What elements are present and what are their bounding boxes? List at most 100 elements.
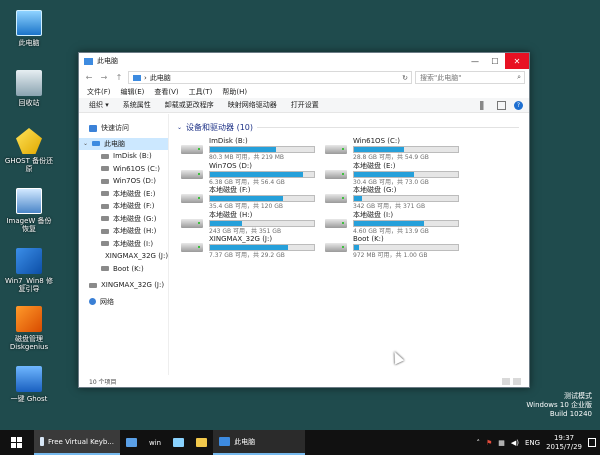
drive-tile[interactable]: 本地磁盘 (F:) 35.4 GB 可用，共 120 GB [177,186,321,211]
tiles-view-icon[interactable] [513,377,521,385]
drive-icon [101,266,109,272]
drive-tile[interactable]: 本地磁盘 (E:) 30.4 GB 可用，共 73.0 GB [321,162,465,187]
nav-drive[interactable]: Win61OS (C:) [79,163,168,176]
address-bar-row: ← → ↑ › 此电脑 ↻ ⌕ [79,69,529,86]
nav-drive[interactable]: 本地磁盘 (G:) [79,213,168,226]
window-title: 此电脑 [97,57,118,65]
desktop-icon-ghost[interactable]: GHOST 备份还原 [4,128,54,173]
preview-pane-icon[interactable] [497,100,506,110]
explorer-body: 快速访问 ⌄ 此电脑 ImDisk (B:) Win61OS (C:) Win7… [79,114,529,375]
system-properties-button[interactable]: 系统属性 [123,100,151,110]
help-icon[interactable]: ? [514,100,523,110]
nav-usb-drive[interactable]: XINGMAX_32G (J:) [79,279,168,292]
menu-bar: 文件(F) 编辑(E) 查看(V) 工具(T) 帮助(H) [79,86,529,98]
address-path: 此电脑 [149,73,171,82]
content-pane: ⌄ 设备和驱动器 (10) ImDisk (B:) 80.3 MB 可用，共 21… [169,114,529,375]
nav-drive[interactable]: ImDisk (B:) [79,150,168,163]
drive-free: 7.37 GB 可用，共 29.2 GB [209,252,285,259]
back-arrow-icon[interactable]: ← [83,73,95,82]
start-button[interactable] [0,430,34,455]
uninstall-program-button[interactable]: 卸载或更改程序 [165,100,214,110]
nav-drive[interactable]: XINGMAX_32G (J:) [79,250,168,263]
forward-arrow-icon[interactable]: → [98,73,110,82]
usb-drive-icon [181,243,203,252]
computer-icon [219,437,231,446]
nav-drive[interactable]: Win7OS (D:) [79,175,168,188]
organize-button[interactable]: 组织 ▾ [89,100,109,110]
desktop-icon-this-pc[interactable]: 此电脑 [4,10,54,47]
nav-drive[interactable]: Boot (K:) [79,263,168,276]
drive-free: 972 MB 可用，共 1.00 GB [353,252,428,259]
refresh-icon[interactable]: ↻ [399,74,411,82]
drive-tile[interactable]: 本地磁盘 (H:) 243 GB 可用，共 351 GB [177,211,321,236]
drive-free: 6.38 GB 可用，共 56.4 GB [209,178,285,186]
drive-tile[interactable]: Win7OS (D:) 6.38 GB 可用，共 56.4 GB [177,162,321,187]
title-bar[interactable]: 此电脑 — ☐ ✕ [79,53,529,69]
search-box[interactable]: ⌕ [415,71,525,84]
menu-help[interactable]: 帮助(H) [222,87,247,97]
drive-tile[interactable]: XINGMAX_32G (J:) 7.37 GB 可用，共 29.2 GB [177,235,321,260]
folder-icon [196,438,208,447]
desktop-icon-one-key-ghost[interactable]: 一键 Ghost [4,366,54,403]
group-header[interactable]: ⌄ 设备和驱动器 (10) [177,122,529,133]
menu-edit[interactable]: 编辑(E) [121,87,145,97]
drive-tile[interactable]: Win61OS (C:) 28.8 GB 可用，共 54.9 GB [321,137,465,162]
usage-fill [210,220,243,226]
up-arrow-icon[interactable]: ↑ [113,73,125,82]
search-input[interactable] [420,73,510,82]
desktop-icon-diskgenius[interactable]: 磁盘管理 Diskgenius [4,306,54,351]
network-icon[interactable]: ▦ [498,439,505,447]
taskbar-app-win[interactable]: win [143,430,167,455]
map-network-drive-button[interactable]: 映射网络驱动器 [228,100,277,110]
drive-tile[interactable]: ImDisk (B:) 80.3 MB 可用，共 219 MB [177,137,321,162]
notification-icon[interactable] [588,438,596,447]
drive-name: 本地磁盘 (H:) [209,210,253,219]
taskbar-app-folder[interactable] [190,430,213,455]
nav-drive[interactable]: 本地磁盘 (E:) [79,188,168,201]
change-view-icon[interactable] [480,100,489,110]
drive-tile[interactable]: Boot (K:) 972 MB 可用，共 1.00 GB [321,235,465,260]
chevron-down-icon: ⌄ [177,124,183,131]
drive-tile[interactable]: 本地磁盘 (G:) 342 GB 可用，共 371 GB [321,186,465,211]
menu-file[interactable]: 文件(F) [87,87,111,97]
volume-icon[interactable]: ◀) [511,439,519,447]
details-view-icon[interactable] [502,377,510,385]
win7-icon [16,248,42,274]
navigation-pane: 快速访问 ⌄ 此电脑 ImDisk (B:) Win61OS (C:) Win7… [79,114,169,375]
nav-drive[interactable]: 本地磁盘 (I:) [79,238,168,251]
menu-tools[interactable]: 工具(T) [189,87,213,97]
drive-icon [181,169,203,179]
usage-fill [354,245,360,250]
item-count: 10 个项目 [89,378,117,386]
chevron-up-icon[interactable]: ˄ [476,439,480,447]
nav-network[interactable]: 网络 [79,296,168,309]
drive-icon [325,145,347,154]
drive-free: 35.4 GB 可用，共 120 GB [209,203,283,210]
desktop-icon-imagew[interactable]: ImageW 备份恢复 [4,188,54,233]
maximize-button[interactable]: ☐ [485,53,505,69]
language-indicator[interactable]: ENG [525,439,540,447]
drive-tile[interactable]: 本地磁盘 (I:) 4.60 GB 可用，共 13.9 GB [321,211,465,236]
address-field[interactable]: › 此电脑 ↻ [128,71,412,84]
menu-view[interactable]: 查看(V) [154,87,178,97]
usage-bar [209,170,315,178]
taskbar-app-monitor[interactable] [120,430,143,455]
taskbar-app-pencil[interactable] [167,430,190,455]
desktop-icon-recycle-bin[interactable]: 回收站 [4,70,54,107]
drive-icon [181,218,203,228]
flag-icon[interactable]: ⚑ [486,439,492,447]
nav-quick-access[interactable]: 快速访问 [79,122,168,135]
nav-drive[interactable]: 本地磁盘 (F:) [79,200,168,213]
desktop-icon-win7[interactable]: Win7_Win8 修复引导 [4,248,54,293]
nav-drive[interactable]: 本地磁盘 (H:) [79,225,168,238]
minimize-button[interactable]: — [465,53,485,69]
computer-icon [133,74,141,81]
taskbar-app-this-pc[interactable]: 此电脑 [213,430,306,455]
usage-bar [353,146,459,153]
open-settings-button[interactable]: 打开设置 [291,100,319,110]
nav-this-pc[interactable]: ⌄ 此电脑 [79,137,168,150]
clock[interactable]: 19:37 2015/7/29 [546,434,582,452]
drive-name: Win7OS (D:) [209,161,252,170]
close-button[interactable]: ✕ [505,53,529,69]
taskbar-app-keyboard[interactable]: Free Virtual Keyb... [34,430,120,455]
